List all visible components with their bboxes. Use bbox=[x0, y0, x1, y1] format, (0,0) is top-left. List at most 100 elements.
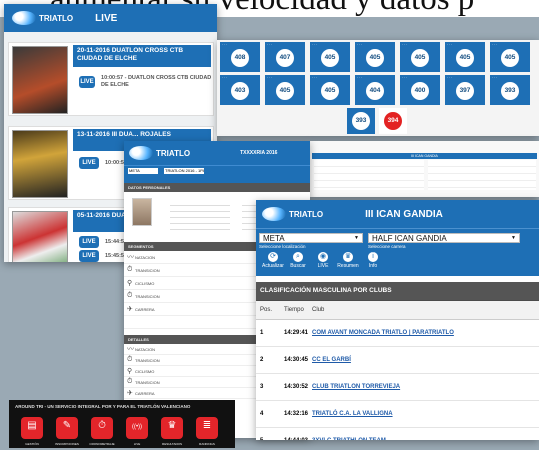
logo-mark-icon bbox=[262, 207, 286, 221]
tile-value: 405 bbox=[321, 82, 339, 100]
split-tile[interactable]: · · · 397 bbox=[445, 75, 485, 105]
split-tile[interactable]: · · · 400 bbox=[400, 75, 440, 105]
report-icon[interactable]: ▤ GESTIÓN bbox=[21, 417, 43, 446]
tile-caption: · · · bbox=[357, 43, 363, 47]
split-tile[interactable]: · · · 405 bbox=[265, 75, 305, 105]
split-tile[interactable]: · · · 404 bbox=[355, 75, 395, 105]
split-tile[interactable]: · · · 405 bbox=[310, 42, 350, 72]
promo-icon-label: CRONOMETRAJE bbox=[89, 442, 115, 446]
tile-value: 400 bbox=[411, 82, 429, 100]
tile-value: 405 bbox=[411, 49, 429, 67]
time-cell: 14:30:52 bbox=[284, 384, 309, 390]
split-tile[interactable]: 393 bbox=[347, 108, 375, 134]
event-poster bbox=[12, 130, 68, 198]
club-link[interactable]: TRIATLÓ C.A. LA VALLIGNA bbox=[312, 411, 539, 417]
club-link[interactable]: 3XVLC TRIATHLON TEAM bbox=[312, 438, 539, 440]
tile-value: 405 bbox=[501, 49, 519, 67]
page-title: LIVE bbox=[95, 12, 118, 24]
transition-icon: ⏱ bbox=[127, 378, 133, 385]
results-header: III ICAN GANDIA bbox=[312, 153, 537, 159]
table-row[interactable]: 514:44:033XVLC TRIATHLON TEAM bbox=[256, 428, 539, 440]
tile-caption: · · · bbox=[357, 76, 363, 80]
table-row[interactable]: 1 14:29:41 COM AVANT MONCADA TRIATLO | PAR… bbox=[256, 320, 539, 347]
app-logo[interactable]: TRIATLO bbox=[262, 207, 323, 221]
trophy-icon[interactable]: ♛ RESULTADOS bbox=[161, 417, 183, 446]
tile-value: 393 bbox=[352, 112, 370, 130]
action-label: Info bbox=[368, 263, 378, 269]
live-button[interactable]: LIVE bbox=[79, 250, 99, 262]
results-section: CLASIFICACIÓN MASCULINA POR CLUBS bbox=[256, 282, 539, 301]
tile-caption: · · · bbox=[447, 43, 453, 47]
tile-caption: · · · bbox=[492, 76, 498, 80]
session-text[interactable]: 10:00:57 - DUATLON CROSS CTB CIUDAD DE E… bbox=[101, 75, 213, 89]
select-label: Seleccione localización bbox=[259, 244, 306, 249]
race-select[interactable]: TRIATLON 2016 - 1PALS bbox=[164, 168, 204, 174]
tile-value: 397 bbox=[456, 82, 474, 100]
time-cell: 14:44:03 bbox=[284, 438, 312, 440]
table-row[interactable]: 3 14:30:52 CLUB TRIATLON TORREVIEJA bbox=[256, 374, 539, 401]
event-card[interactable]: 20-11-2016 DUATLON CROSS CTB CIUDAD DE E… bbox=[8, 42, 214, 116]
transition-icon: ⏱ bbox=[127, 266, 133, 273]
split-tile[interactable]: · · · 405 bbox=[490, 42, 530, 72]
stopwatch-icon[interactable]: ⏱ CRONOMETRAJE bbox=[89, 417, 115, 446]
split-tile[interactable]: · · · 405 bbox=[310, 75, 350, 105]
tile-caption: · · · bbox=[267, 43, 273, 47]
info-button[interactable]: i Info bbox=[358, 252, 388, 269]
app-logo[interactable]: TRIATLO bbox=[129, 146, 190, 160]
action-label: Resumen bbox=[337, 263, 359, 269]
table-row[interactable]: 2 14:30:45 CC EL GARBÍ bbox=[256, 347, 539, 374]
info-icon: i bbox=[368, 252, 378, 262]
live-button[interactable]: LIVE bbox=[79, 157, 99, 169]
tile-value: 405 bbox=[321, 49, 339, 67]
tile-value: 405 bbox=[456, 49, 474, 67]
column-header: Pos. bbox=[260, 307, 273, 313]
filter-bar: META TRIATLON 2016 - 1PALS bbox=[124, 165, 310, 183]
split-tile[interactable]: · · · 403 bbox=[220, 75, 260, 105]
club-link[interactable]: CC EL GARBÍ bbox=[312, 357, 539, 363]
live-button[interactable]: LIVE bbox=[79, 236, 99, 248]
split-tile-highlight[interactable]: 394 bbox=[379, 108, 407, 134]
results-table-window: III ICAN GANDIA bbox=[310, 141, 539, 197]
table-row[interactable]: 4 14:32:16 TRIATLÓ C.A. LA VALLIGNA bbox=[256, 401, 539, 428]
tile-caption: · · · bbox=[312, 43, 318, 47]
race-select[interactable]: HALF ICAN GANDIA ▼ bbox=[368, 233, 520, 243]
run-icon: ✈ bbox=[127, 390, 133, 397]
action-label: LIVE bbox=[317, 263, 329, 269]
transition-icon: ⏱ bbox=[127, 292, 133, 299]
promo-icon-label: INSCRIPCIONES bbox=[55, 442, 79, 446]
location-select[interactable]: META ▼ bbox=[259, 233, 363, 243]
tile-value: 407 bbox=[276, 49, 294, 67]
section-title: DATOS PERSONALES bbox=[124, 183, 310, 192]
trophy-icon: ♛ bbox=[343, 252, 353, 262]
position-cell: 5 bbox=[256, 438, 284, 440]
split-tile[interactable]: · · · 405 bbox=[400, 42, 440, 72]
split-tile[interactable]: · · · 405 bbox=[445, 42, 485, 72]
position-cell: 4 bbox=[260, 411, 264, 417]
list-icon[interactable]: ≣ RANKINGS bbox=[196, 417, 218, 446]
split-tile[interactable]: · · · 393 bbox=[490, 75, 530, 105]
transition-icon: ⏱ bbox=[127, 356, 133, 363]
split-tile[interactable]: · · · 408 bbox=[220, 42, 260, 72]
app-logo[interactable]: TRIATLO bbox=[12, 11, 73, 25]
column-header: Tiempo bbox=[284, 307, 304, 313]
broadcast-icon[interactable]: ((•)) LIVE bbox=[126, 417, 148, 446]
club-link[interactable]: COM AVANT MONCADA TRIATLO | PARATRIATLO bbox=[312, 330, 539, 336]
tile-caption: · · · bbox=[312, 76, 318, 80]
results-table-left bbox=[314, 160, 424, 190]
event-poster bbox=[12, 211, 68, 262]
tile-value: 405 bbox=[366, 49, 384, 67]
event-title: 20-11-2016 DUATLON CROSS CTB CIUDAD DE E… bbox=[73, 45, 211, 67]
position-cell: 2 bbox=[260, 357, 264, 363]
split-tile[interactable]: · · · 405 bbox=[355, 42, 395, 72]
event-poster bbox=[12, 46, 68, 114]
location-select[interactable]: META bbox=[128, 168, 158, 174]
club-link[interactable]: CLUB TRIATLON TORREVIEJA bbox=[312, 384, 539, 390]
tile-caption: · · · bbox=[492, 43, 498, 47]
split-tile[interactable]: · · · 407 bbox=[265, 42, 305, 72]
time-cell: 14:32:16 bbox=[284, 411, 309, 417]
tile-value: 408 bbox=[231, 49, 249, 67]
live-icon: ◉ bbox=[318, 252, 328, 262]
edit-icon[interactable]: ✎ INSCRIPCIONES bbox=[55, 417, 79, 446]
live-button[interactable]: LIVE bbox=[79, 76, 96, 88]
tile-value: 394 bbox=[384, 112, 402, 130]
